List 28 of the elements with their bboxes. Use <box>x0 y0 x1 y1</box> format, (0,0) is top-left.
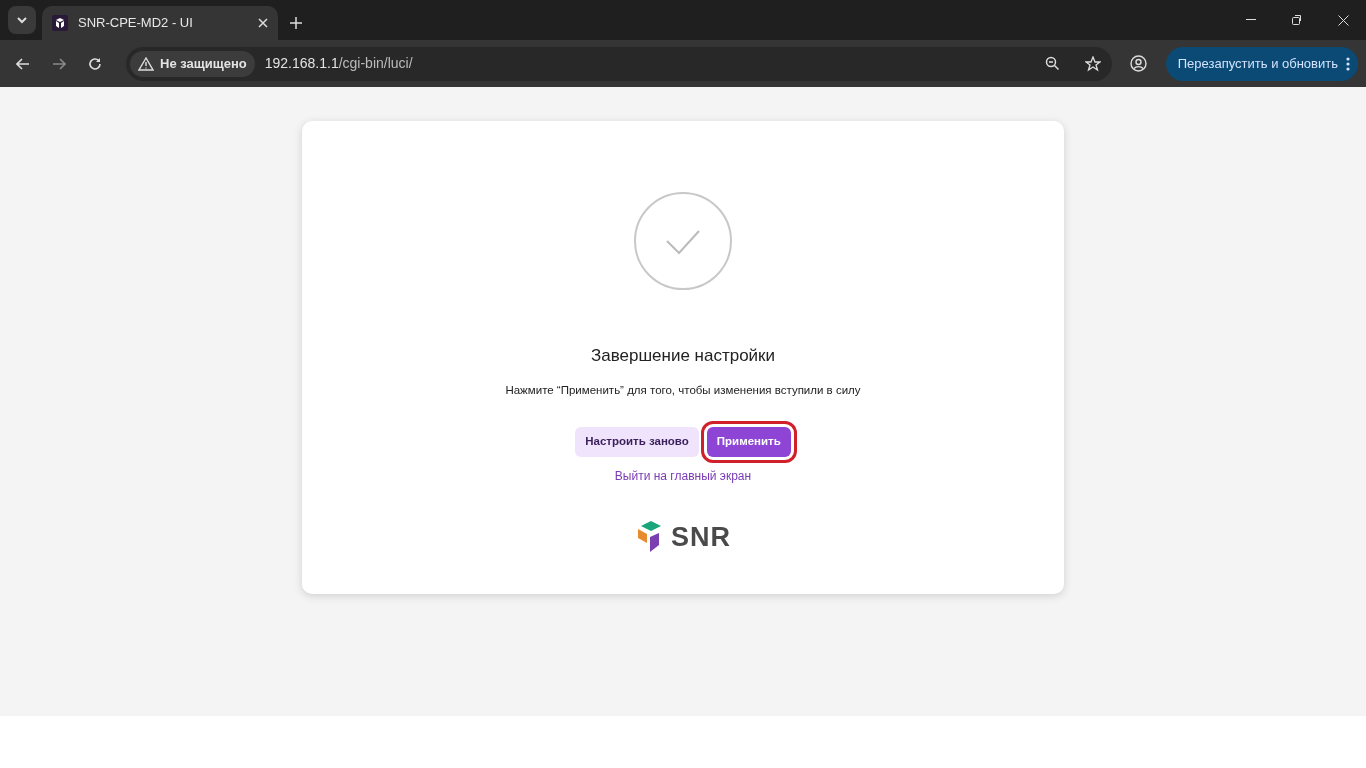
checkmark-circle-icon <box>633 191 733 291</box>
address-bar[interactable]: Не защищено 192.168.1.1/cgi-bin/luci/ <box>126 46 1112 81</box>
browser-tab[interactable]: SNR-CPE-MD2 - UI <box>42 6 278 40</box>
cube-icon <box>52 15 68 31</box>
relaunch-update-button[interactable]: Перезапустить и обновить <box>1165 46 1358 81</box>
forward-arrow-icon[interactable] <box>52 57 66 70</box>
chevron-down-icon <box>16 16 28 24</box>
dialog-title: Завершение настройки <box>590 345 776 367</box>
security-chip[interactable]: Не защищено <box>130 50 255 77</box>
warning-icon <box>138 56 154 71</box>
close-icon[interactable] <box>1337 14 1349 26</box>
minimize-icon[interactable] <box>1246 19 1256 21</box>
more-icon <box>1346 56 1350 71</box>
close-icon[interactable] <box>258 18 268 28</box>
profile-icon[interactable] <box>1130 55 1148 72</box>
dialog-message: Нажмите “Применить” для того, чтобы изменения вступили в силу <box>505 382 861 398</box>
reload-icon[interactable] <box>88 56 102 71</box>
restore-icon[interactable] <box>1292 15 1302 25</box>
tab-title: SNR-CPE-MD2 - UI <box>78 14 193 33</box>
exit-to-home-link[interactable]: Выйти на главный экран <box>614 466 752 485</box>
back-arrow-icon[interactable] <box>16 57 30 70</box>
zoom-icon[interactable] <box>1045 56 1061 71</box>
tab-search-button[interactable] <box>8 6 36 34</box>
brand-logo-text: SNR <box>671 520 731 554</box>
star-icon[interactable] <box>1084 55 1101 72</box>
url-text: 192.168.1.1/cgi-bin/luci/ <box>264 54 413 73</box>
new-tab-icon[interactable] <box>290 17 302 29</box>
reconfigure-button[interactable]: Настроить заново <box>575 426 699 457</box>
